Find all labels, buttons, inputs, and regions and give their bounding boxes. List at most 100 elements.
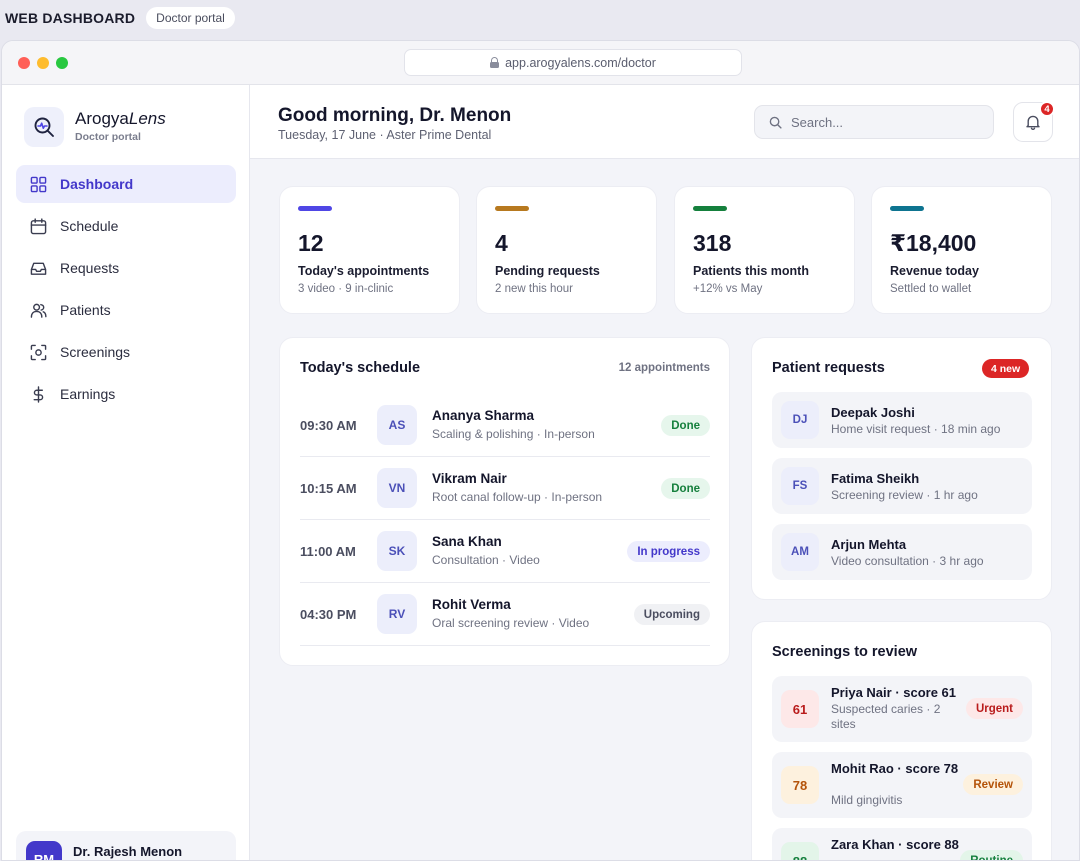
stat-card-revenue[interactable]: ₹18,400 Revenue today Settled to wallet bbox=[871, 186, 1052, 314]
search-icon bbox=[769, 116, 782, 129]
logo bbox=[24, 107, 64, 147]
stat-card-requests[interactable]: 4 Pending requests 2 new this hour bbox=[476, 186, 657, 314]
sidebar-item-label: Screenings bbox=[60, 344, 131, 360]
schedule-row[interactable]: 10:15 AM VN Vikram Nair Root canal follo… bbox=[300, 457, 710, 520]
status-badge: In progress bbox=[627, 541, 710, 562]
dashboard-label: WEB DASHBOARD bbox=[5, 10, 136, 26]
sidebar-item-schedule[interactable]: Schedule bbox=[16, 207, 236, 245]
requests-title: Patient requests bbox=[772, 360, 885, 376]
sidebar-item-screenings[interactable]: Screenings bbox=[16, 333, 236, 371]
request-desc: Home visit request · 18 min ago bbox=[831, 422, 1001, 436]
screening-score: 88 bbox=[781, 842, 819, 860]
appointment-desc: Consultation · Video bbox=[432, 553, 540, 567]
portal-pill: Doctor portal bbox=[146, 7, 235, 29]
patient-requests-card: Patient requests 4 new DJ Deepak Joshi H… bbox=[751, 337, 1052, 600]
status-badge: Done bbox=[661, 478, 710, 499]
sidebar-item-earnings[interactable]: Earnings bbox=[16, 375, 236, 413]
appointment-time: 11:00 AM bbox=[300, 544, 356, 559]
brand-name-main: Arogya bbox=[75, 109, 129, 128]
screening-item[interactable]: 61 Priya Nair · score 61 Suspected carie… bbox=[772, 676, 1032, 742]
stat-card-appointments[interactable]: 12 Today's appointments 3 video · 9 in-c… bbox=[279, 186, 460, 314]
patient-name: Sana Khan bbox=[432, 534, 502, 549]
sidebar-item-requests[interactable]: Requests bbox=[16, 249, 236, 287]
brand: ArogyaLens Doctor portal bbox=[75, 109, 166, 143]
stat-value: 318 bbox=[693, 230, 732, 256]
appointment-desc: Root canal follow-up · In-person bbox=[432, 490, 603, 504]
patient-name: Ananya Sharma bbox=[432, 408, 535, 423]
patient-name: Fatima Sheikh bbox=[831, 471, 920, 486]
stat-label: Today's appointments bbox=[298, 264, 430, 278]
request-item[interactable]: FS Fatima Sheikh Screening review · 1 hr… bbox=[772, 458, 1032, 514]
patient-initials: SK bbox=[377, 531, 417, 571]
sidebar-item-dashboard[interactable]: Dashboard bbox=[16, 165, 236, 203]
minimize-window-dot[interactable] bbox=[37, 57, 49, 69]
appointment-time: 09:30 AM bbox=[300, 418, 357, 433]
stat-value: 4 bbox=[495, 230, 508, 256]
request-desc: Video consultation · 3 hr ago bbox=[831, 554, 984, 568]
browser-chrome: app.arogyalens.com/doctor bbox=[2, 41, 1079, 85]
patient-name: Deepak Joshi bbox=[831, 405, 915, 420]
sidebar-item-label: Requests bbox=[60, 260, 120, 276]
appointment-count: 12 appointments bbox=[618, 362, 710, 374]
sidebar: ArogyaLens Doctor portal Dashboard Sched… bbox=[2, 85, 250, 860]
schedule-title: Today's schedule bbox=[300, 360, 421, 376]
screening-score: 78 bbox=[781, 766, 819, 804]
inbox-icon bbox=[30, 262, 47, 275]
stat-label: Patients this month bbox=[693, 264, 809, 278]
doctor-profile-card[interactable]: RM Dr. Rajesh Menon Dentist · BDS, MDS bbox=[16, 831, 236, 860]
stat-card-patients[interactable]: 318 Patients this month +12% vs May bbox=[674, 186, 855, 314]
sidebar-item-label: Schedule bbox=[60, 218, 119, 234]
patient-initials: RV bbox=[377, 594, 417, 634]
stat-sub: Settled to wallet bbox=[890, 283, 972, 295]
top-strip: WEB DASHBOARD Doctor portal bbox=[0, 0, 1080, 36]
sidebar-item-label: Earnings bbox=[60, 386, 116, 402]
request-desc: Screening review · 1 hr ago bbox=[831, 488, 978, 502]
status-badge: Upcoming bbox=[633, 604, 710, 625]
date-clinic-line: Tuesday, 17 June · Aster Prime Dental bbox=[278, 128, 492, 142]
status-badge: Urgent bbox=[965, 698, 1023, 719]
sidebar-item-patients[interactable]: Patients bbox=[16, 291, 236, 329]
accent-bar bbox=[495, 206, 529, 211]
address-bar[interactable]: app.arogyalens.com/doctor bbox=[404, 49, 742, 76]
patient-name: Rohit Verma bbox=[432, 597, 511, 612]
notifications-button[interactable]: 4 bbox=[1013, 101, 1055, 142]
close-window-dot[interactable] bbox=[18, 57, 30, 69]
lock-icon bbox=[490, 57, 500, 68]
schedule-row[interactable]: 04:30 PM RV Rohit Verma Oral screening r… bbox=[300, 583, 710, 646]
stat-label: Pending requests bbox=[495, 264, 600, 278]
maximize-window-dot[interactable] bbox=[56, 57, 68, 69]
appointment-time: 10:15 AM bbox=[300, 481, 357, 496]
patient-initials: DJ bbox=[781, 401, 819, 439]
bell-icon bbox=[1026, 115, 1040, 130]
screenings-title: Screenings to review bbox=[772, 644, 918, 660]
sidebar-item-label: Dashboard bbox=[60, 176, 134, 192]
request-item[interactable]: AM Arjun Mehta Video consultation · 3 hr… bbox=[772, 524, 1032, 580]
browser-window: app.arogyalens.com/doctor ArogyaLens Doc… bbox=[1, 40, 1080, 861]
screening-desc: Mild gingivitis bbox=[831, 793, 903, 807]
stat-value: 12 bbox=[298, 230, 324, 256]
brand-subtitle: Doctor portal bbox=[75, 131, 141, 143]
accent-bar bbox=[693, 206, 727, 211]
brand-name: ArogyaLens bbox=[75, 109, 166, 129]
request-item[interactable]: DJ Deepak Joshi Home visit request · 18 … bbox=[772, 392, 1032, 448]
search-box[interactable] bbox=[754, 105, 994, 139]
brand-name-italic: Lens bbox=[128, 109, 166, 128]
sidebar-item-label: Patients bbox=[60, 302, 111, 318]
screening-item[interactable]: 88 Zara Khan · score 88 Routine bbox=[772, 828, 1032, 860]
screening-title: Mohit Rao · score 78 bbox=[831, 761, 959, 776]
users-icon bbox=[30, 303, 47, 318]
schedule-row[interactable]: 09:30 AM AS Ananya Sharma Scaling & poli… bbox=[300, 394, 710, 457]
stat-sub: 3 video · 9 in-clinic bbox=[298, 283, 394, 295]
stat-label: Revenue today bbox=[890, 264, 979, 278]
dollar-icon bbox=[33, 385, 44, 403]
appointment-desc: Oral screening review · Video bbox=[432, 616, 590, 630]
appointment-time: 04:30 PM bbox=[300, 607, 357, 622]
status-badge: Done bbox=[661, 415, 710, 436]
accent-bar bbox=[890, 206, 924, 211]
patient-name: Vikram Nair bbox=[432, 471, 507, 486]
schedule-row[interactable]: 11:00 AM SK Sana Khan Consultation · Vid… bbox=[300, 520, 710, 583]
screening-item[interactable]: 78 Mohit Rao · score 78 Mild gingivitis … bbox=[772, 752, 1032, 818]
stat-value: ₹18,400 bbox=[890, 230, 977, 256]
stat-sub: 2 new this hour bbox=[495, 283, 573, 295]
search-input[interactable] bbox=[791, 114, 971, 130]
